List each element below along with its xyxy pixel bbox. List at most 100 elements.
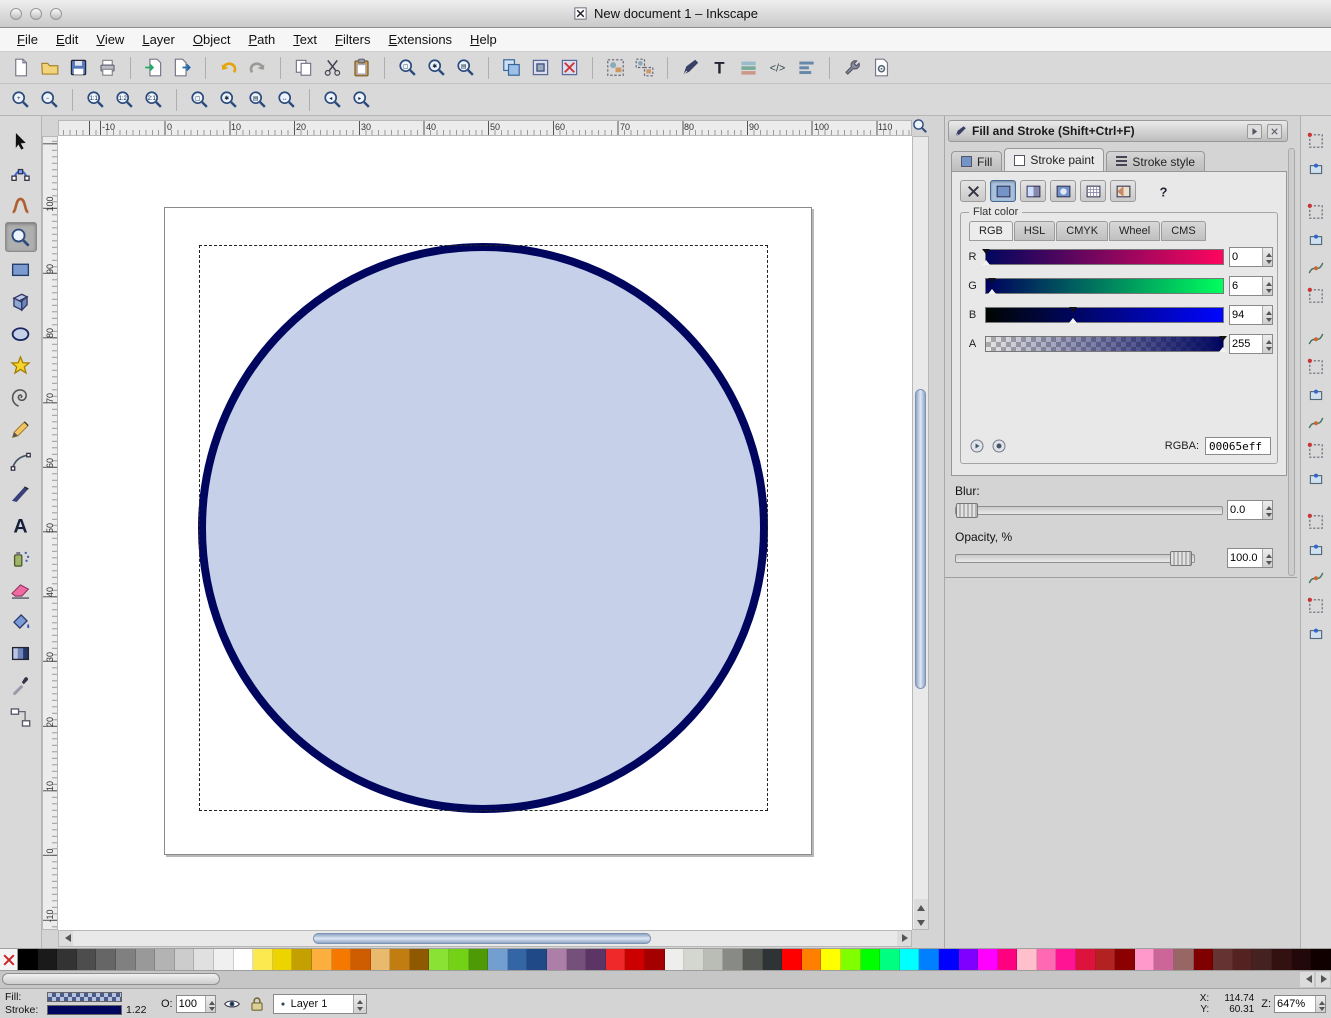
- color-tab-wheel[interactable]: Wheel: [1109, 221, 1160, 241]
- palette-swatch[interactable]: [175, 949, 195, 970]
- pencil-tool-button[interactable]: [5, 414, 37, 444]
- snap-bbox-edge-midpoints-button[interactable]: [1303, 255, 1329, 280]
- palette-swatch[interactable]: [625, 949, 645, 970]
- menu-layer[interactable]: Layer: [133, 29, 184, 50]
- menu-text[interactable]: Text: [284, 29, 326, 50]
- zoom-previous-button[interactable]: ◂: [319, 87, 346, 113]
- palette-swatch[interactable]: [782, 949, 802, 970]
- document-properties-button[interactable]: [868, 55, 895, 81]
- green-slider[interactable]: [985, 278, 1224, 294]
- spin-down-icon[interactable]: [1263, 257, 1272, 266]
- blue-input[interactable]: [1230, 306, 1262, 324]
- palette-swatch[interactable]: [234, 949, 254, 970]
- opacity-spinner[interactable]: [1262, 549, 1272, 567]
- palette-scroll-right-button[interactable]: [1316, 972, 1330, 987]
- blue-slider[interactable]: [985, 307, 1224, 323]
- palette-swatch[interactable]: [1037, 949, 1057, 970]
- palette-swatch[interactable]: [547, 949, 567, 970]
- scroll-left-button[interactable]: [59, 931, 73, 946]
- paint-mode-flat-color-button[interactable]: [990, 180, 1016, 202]
- palette-swatch[interactable]: [1154, 949, 1174, 970]
- dropper-tool-button[interactable]: [5, 670, 37, 700]
- vertical-scrollbar[interactable]: [912, 136, 929, 930]
- palette-swatch[interactable]: [684, 949, 704, 970]
- horizontal-scroll-thumb[interactable]: [313, 933, 651, 944]
- palette-swatch[interactable]: [861, 949, 881, 970]
- menu-help[interactable]: Help: [461, 29, 506, 50]
- snap-guides-button[interactable]: [1303, 621, 1329, 646]
- spin-up-icon[interactable]: [1316, 996, 1325, 1004]
- paint-mode-swatch-button[interactable]: [1110, 180, 1136, 202]
- snap-object-centers-button[interactable]: [1303, 509, 1329, 534]
- palette-swatch[interactable]: [18, 949, 38, 970]
- palette-swatch[interactable]: [312, 949, 332, 970]
- layer-visibility-icon[interactable]: [223, 995, 241, 1013]
- snap-grids-button[interactable]: [1303, 593, 1329, 618]
- export-bitmap-button[interactable]: [169, 55, 196, 81]
- paint-mode-unknown-button[interactable]: ?: [1150, 180, 1176, 202]
- palette-swatch[interactable]: [998, 949, 1018, 970]
- snap-page-border-button[interactable]: [1303, 565, 1329, 590]
- palette-swatch[interactable]: [96, 949, 116, 970]
- red-spinner[interactable]: [1262, 248, 1272, 266]
- spin-up-icon[interactable]: [1263, 248, 1272, 257]
- dialog-titlebar[interactable]: Fill and Stroke (Shift+Ctrl+F): [948, 120, 1288, 142]
- horizontal-scrollbar[interactable]: [58, 930, 912, 947]
- zoom-page-width-button[interactable]: ↔: [273, 87, 300, 113]
- zoom-corner-button[interactable]: [912, 118, 930, 136]
- palette-swatch[interactable]: [1056, 949, 1076, 970]
- object-opacity-spinner[interactable]: [205, 996, 215, 1012]
- palette-swatch[interactable]: [821, 949, 841, 970]
- connector-tool-button[interactable]: [5, 702, 37, 732]
- zoom-page-button[interactable]: ▤: [244, 87, 271, 113]
- spin-up-icon[interactable]: [354, 995, 366, 1004]
- snap-path-intersections-button[interactable]: [1303, 382, 1329, 407]
- apply-color-icon[interactable]: [969, 438, 985, 454]
- panel-scrollbar[interactable]: [1288, 148, 1295, 576]
- ellipse-tool-button[interactable]: [5, 318, 37, 348]
- palette-swatch[interactable]: [390, 949, 410, 970]
- spin-down-icon[interactable]: [354, 1004, 366, 1013]
- unlink-clone-button[interactable]: [556, 55, 583, 81]
- palette-swatch[interactable]: [410, 949, 430, 970]
- tab-stroke-paint[interactable]: Stroke paint: [1004, 148, 1104, 172]
- blur-slider[interactable]: [955, 506, 1223, 515]
- menu-path[interactable]: Path: [239, 29, 284, 50]
- text-dialog-button[interactable]: T: [706, 55, 733, 81]
- palette-swatch[interactable]: [57, 949, 77, 970]
- create-clone-button[interactable]: [527, 55, 554, 81]
- menu-object[interactable]: Object: [184, 29, 240, 50]
- layer-lock-icon[interactable]: [248, 995, 266, 1013]
- stroke-swatch[interactable]: [47, 1005, 122, 1015]
- palette-swatch[interactable]: [1174, 949, 1194, 970]
- palette-swatch[interactable]: [449, 949, 469, 970]
- blur-handle[interactable]: [956, 503, 978, 518]
- open-document-button[interactable]: [36, 55, 63, 81]
- palette-swatch[interactable]: [136, 949, 156, 970]
- layer-spinner[interactable]: [353, 995, 366, 1013]
- menu-extensions[interactable]: Extensions: [379, 29, 461, 50]
- duplicate-button[interactable]: [498, 55, 525, 81]
- palette-swatch[interactable]: [332, 949, 352, 970]
- node-tool-button[interactable]: [5, 158, 37, 188]
- palette-none-swatch[interactable]: [0, 949, 18, 970]
- save-document-button[interactable]: [65, 55, 92, 81]
- zoom-to-selection-button[interactable]: ▢: [394, 55, 421, 81]
- palette-swatch[interactable]: [1017, 949, 1037, 970]
- fill-stroke-dialog-button[interactable]: [677, 55, 704, 81]
- layer-selector[interactable]: Layer 1: [273, 994, 367, 1014]
- calligraphy-tool-button[interactable]: [5, 478, 37, 508]
- spin-down-icon[interactable]: [1263, 510, 1272, 519]
- green-spinner[interactable]: [1262, 277, 1272, 295]
- palette-swatch[interactable]: [645, 949, 665, 970]
- zoom-out-button[interactable]: −: [36, 87, 63, 113]
- palette-swatch[interactable]: [939, 949, 959, 970]
- import-button[interactable]: [140, 55, 167, 81]
- palette-swatch[interactable]: [527, 949, 547, 970]
- scroll-down-button[interactable]: [914, 914, 928, 929]
- blur-spinner[interactable]: [1262, 501, 1272, 519]
- palette-swatch[interactable]: [743, 949, 763, 970]
- gradient-tool-button[interactable]: [5, 638, 37, 668]
- spin-up-icon[interactable]: [206, 996, 215, 1004]
- paint-mode-no-paint-button[interactable]: [960, 180, 986, 202]
